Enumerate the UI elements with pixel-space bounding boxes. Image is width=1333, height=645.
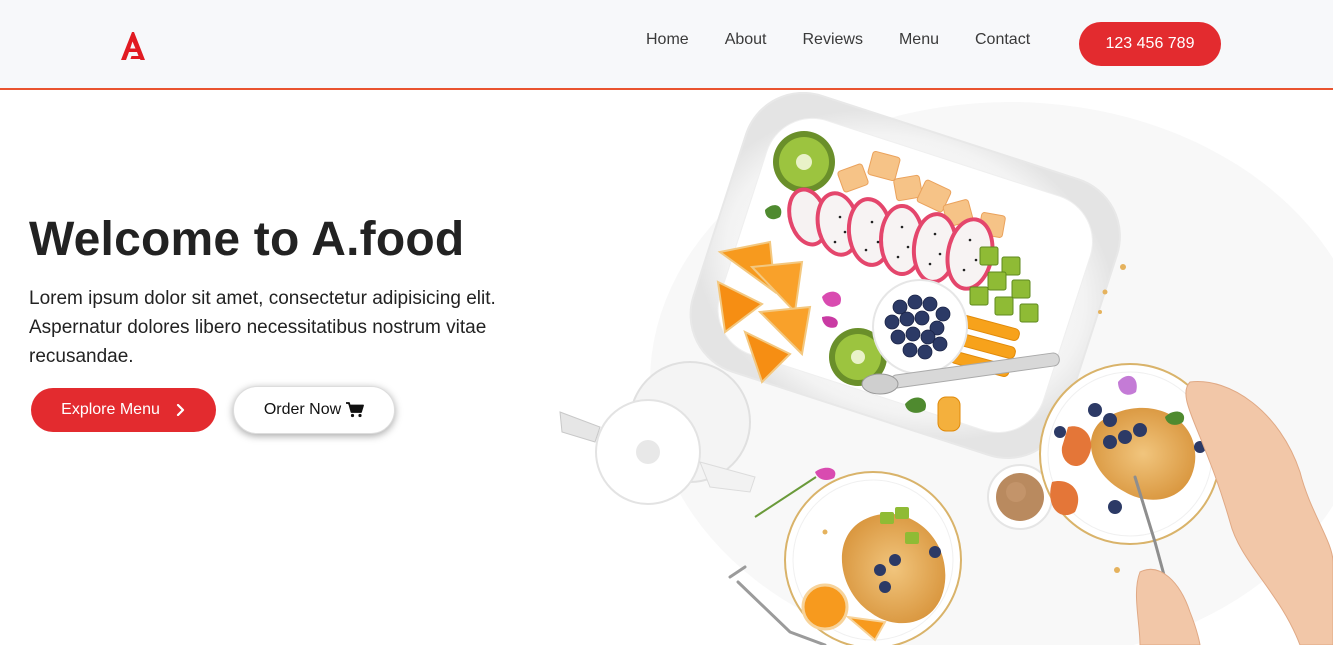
nav-contact[interactable]: Contact: [975, 30, 1030, 50]
main-nav: Home About Reviews Menu Contact: [646, 30, 1030, 50]
hero-title: Welcome to A.food: [29, 213, 465, 266]
phone-button[interactable]: 123 456 789: [1079, 22, 1221, 66]
hero-description: Lorem ipsum dolor sit amet, consectetur …: [29, 288, 496, 367]
brand-logo[interactable]: [118, 30, 146, 62]
order-now-button[interactable]: Order Now: [233, 386, 395, 434]
kiwi-slice: [773, 131, 835, 193]
nav-reviews[interactable]: Reviews: [803, 30, 863, 50]
order-now-label: Order Now: [263, 401, 342, 418]
explore-menu-button[interactable]: Explore Menu: [31, 388, 216, 432]
site-header: Home About Reviews Menu Contact 123 456 …: [0, 0, 1333, 90]
nav-home[interactable]: Home: [646, 30, 689, 50]
explore-menu-label: Explore Menu: [61, 401, 160, 418]
pancake-plate: [784, 471, 962, 645]
nav-about[interactable]: About: [725, 30, 767, 50]
chevron-right-icon: [176, 404, 184, 416]
nav-menu[interactable]: Menu: [899, 30, 939, 50]
hero-food-image: [540, 92, 1333, 645]
cart-icon: [346, 402, 365, 418]
blueberry-bowl: [872, 279, 968, 375]
